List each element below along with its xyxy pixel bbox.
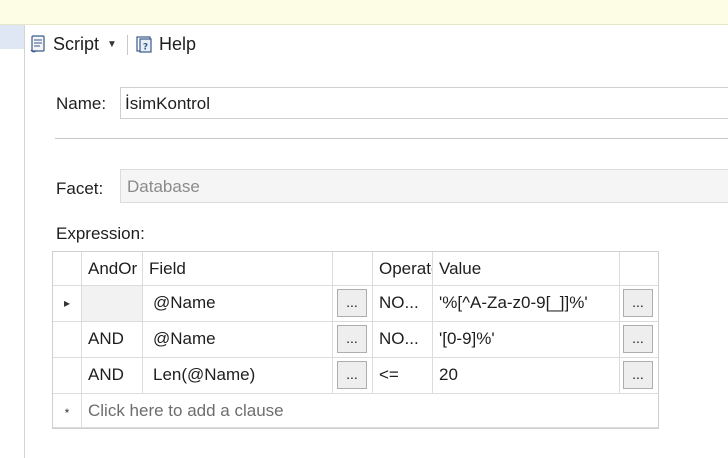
grid-cell-field[interactable]: Len(@Name): [143, 358, 333, 394]
grid-cell-operator[interactable]: <=: [373, 358, 433, 394]
grid-cell-andor[interactable]: AND: [82, 358, 143, 394]
expression-label: Expression:: [56, 224, 145, 243]
row-header[interactable]: [53, 322, 82, 358]
svg-text:?: ?: [143, 43, 148, 53]
script-icon: [30, 35, 45, 53]
field-ellipsis-button[interactable]: ...: [337, 289, 367, 317]
column-header-field[interactable]: Field: [143, 252, 333, 286]
column-header-value-button: [620, 252, 658, 286]
expression-grid: AndOr Field Operator Value ▸ @Name ... N…: [52, 251, 659, 429]
tree-selection-highlight: [0, 25, 24, 49]
toolbar: Script ▼ ? Help: [25, 25, 728, 61]
help-label: Help: [159, 33, 197, 54]
grid-cell-andor[interactable]: [82, 286, 143, 322]
grid-cell-value[interactable]: 20: [433, 358, 620, 394]
facet-field: Database: [120, 169, 728, 203]
field-ellipsis-button[interactable]: ...: [337, 325, 367, 353]
value-ellipsis-button[interactable]: ...: [623, 325, 653, 353]
toolbar-separator: [127, 35, 128, 55]
script-button[interactable]: Script ▼: [29, 33, 117, 55]
grid-cell-value-button: ...: [620, 286, 658, 322]
help-icon: ?: [136, 36, 152, 53]
grid-cell-andor[interactable]: AND: [82, 322, 143, 358]
column-header-andor[interactable]: AndOr: [82, 252, 143, 286]
current-row-icon[interactable]: ▸: [53, 286, 82, 322]
column-header-operator[interactable]: Operator: [373, 252, 433, 286]
value-ellipsis-button[interactable]: ...: [623, 289, 653, 317]
add-clause-row[interactable]: Click here to add a clause: [82, 394, 658, 428]
header-corner: [53, 252, 82, 286]
grid-cell-operator[interactable]: NO...: [373, 286, 433, 322]
grid-cell-value-button: ...: [620, 322, 658, 358]
left-tree-strip: [0, 25, 25, 458]
grid-cell-field[interactable]: @Name: [143, 322, 333, 358]
name-input[interactable]: İsimKontrol: [120, 87, 728, 119]
info-bar: [0, 0, 728, 25]
grid-cell-field[interactable]: @Name: [143, 286, 333, 322]
grid-cell-operator[interactable]: NO...: [373, 322, 433, 358]
grid-cell-field-button: ...: [333, 286, 373, 322]
grid-cell-field-button: ...: [333, 358, 373, 394]
grid-cell-value[interactable]: '%[^A-Za-z0-9[_]]%': [433, 286, 620, 322]
row-header[interactable]: [53, 358, 82, 394]
grid-cell-value-button: ...: [620, 358, 658, 394]
column-header-field-button: [333, 252, 373, 286]
help-button[interactable]: ? Help: [135, 33, 196, 55]
condition-editor-panel: Script ▼ ? Help Name: İsimKontrol Facet:…: [25, 25, 728, 458]
column-header-value[interactable]: Value: [433, 252, 620, 286]
script-label: Script: [53, 33, 100, 54]
value-ellipsis-button[interactable]: ...: [623, 361, 653, 389]
chevron-down-icon[interactable]: ▼: [107, 39, 117, 50]
name-label: Name:: [56, 94, 107, 113]
grid-cell-field-button: ...: [333, 322, 373, 358]
divider: [55, 138, 728, 139]
facet-label: Facet:: [56, 179, 104, 198]
field-ellipsis-button[interactable]: ...: [337, 361, 367, 389]
new-row-icon[interactable]: *: [53, 394, 82, 428]
grid-cell-value[interactable]: '[0-9]%': [433, 322, 620, 358]
